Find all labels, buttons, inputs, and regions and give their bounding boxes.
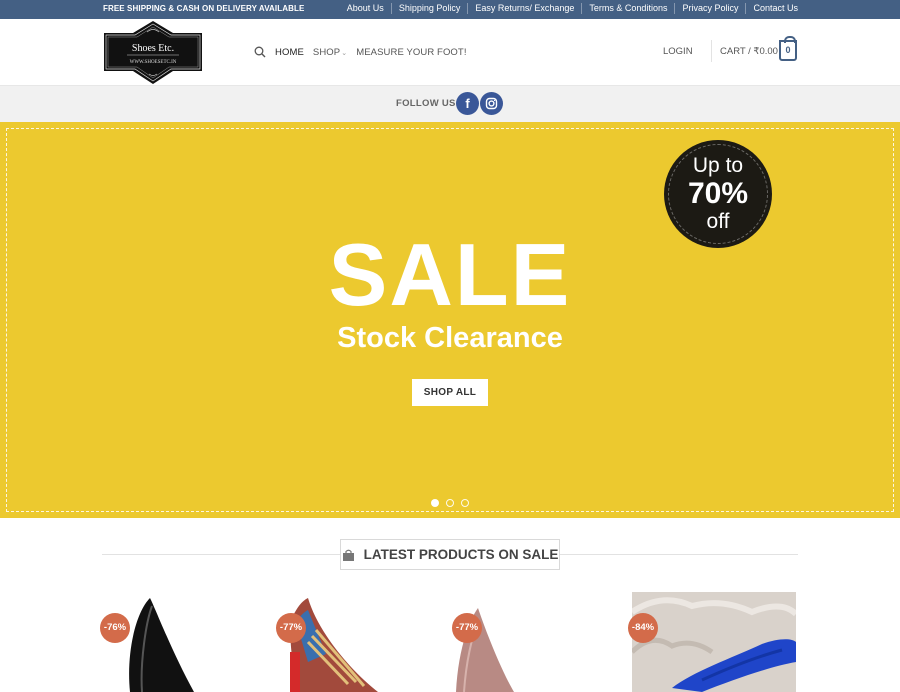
product-card-1[interactable] — [102, 592, 266, 692]
facebook-icon[interactable]: f — [456, 92, 479, 115]
returns-exchange-link[interactable]: Easy Returns/ Exchange — [467, 3, 581, 14]
site-header: Shoes Etc. WWW.SHOESETC.IN HOME SHOP⌄ ME… — [0, 19, 900, 85]
contact-us-link[interactable]: Contact Us — [745, 3, 798, 14]
shop-all-button[interactable]: SHOP ALL — [412, 379, 488, 406]
nav-measure-foot[interactable]: MEASURE YOUR FOOT! — [356, 47, 466, 58]
discount-badge-1: -76% — [100, 613, 130, 643]
section-title: LATEST PRODUCTS ON SALE — [340, 539, 560, 570]
discount-badge-4: -84% — [628, 613, 658, 643]
shipping-policy-link[interactable]: Shipping Policy — [390, 3, 468, 14]
instagram-icon[interactable] — [480, 92, 503, 115]
top-bar: FREE SHIPPING & CASH ON DELIVERY AVAILAB… — [0, 0, 900, 19]
section-title-text: LATEST PRODUCTS ON SALE — [363, 547, 559, 562]
chevron-down-icon: ⌄ — [341, 49, 348, 57]
about-us-link[interactable]: About Us — [340, 3, 391, 14]
site-logo[interactable]: Shoes Etc. WWW.SHOESETC.IN — [103, 20, 203, 85]
slider-dots — [431, 499, 476, 507]
follow-label: FOLLOW US — [396, 98, 456, 109]
shopping-bag-icon — [342, 549, 354, 561]
slider-dot-1[interactable] — [431, 499, 439, 507]
nav-home[interactable]: HOME — [275, 47, 304, 58]
hero-subtitle: Stock Clearance — [337, 322, 563, 354]
badge-line2: 70% — [687, 177, 749, 210]
terms-link[interactable]: Terms & Conditions — [581, 3, 674, 14]
top-links: About Us Shipping Policy Easy Returns/ E… — [340, 3, 798, 14]
nav-shop-label: SHOP — [312, 46, 341, 58]
search-icon[interactable] — [254, 46, 266, 58]
product-card-2[interactable] — [278, 592, 442, 692]
discount-badge-2: -77% — [276, 613, 306, 643]
product-image-blue-heel — [632, 592, 796, 692]
nav-shop[interactable]: SHOP⌄ — [313, 47, 347, 58]
logo-name: Shoes Etc. — [132, 43, 174, 54]
privacy-policy-link[interactable]: Privacy Policy — [674, 3, 745, 14]
login-link[interactable]: LOGIN — [663, 46, 693, 57]
badge-line1: Up to — [692, 154, 744, 177]
product-card-4[interactable] — [632, 592, 796, 692]
follow-bar: FOLLOW US f — [0, 85, 900, 122]
product-image-nude-heel — [454, 592, 618, 692]
product-image-patterned-heel — [278, 592, 442, 692]
main-nav: HOME SHOP⌄ MEASURE YOUR FOOT! — [254, 46, 476, 58]
hero-banner[interactable]: Up to 70% off SALE Stock Clearance SHOP … — [0, 122, 900, 518]
slider-dot-3[interactable] — [461, 499, 469, 507]
promo-text: FREE SHIPPING & CASH ON DELIVERY AVAILAB… — [103, 4, 305, 13]
product-card-3[interactable] — [454, 592, 618, 692]
hero-title: SALE — [328, 225, 572, 324]
header-divider — [711, 40, 712, 62]
slider-dot-2[interactable] — [446, 499, 454, 507]
cart-count-icon[interactable]: 0 — [779, 36, 797, 61]
product-image-black-heel — [102, 592, 266, 692]
logo-url: WWW.SHOESETC.IN — [130, 60, 177, 65]
discount-badge-3: -77% — [452, 613, 482, 643]
cart-link[interactable]: CART / ₹0.00 — [720, 46, 778, 57]
